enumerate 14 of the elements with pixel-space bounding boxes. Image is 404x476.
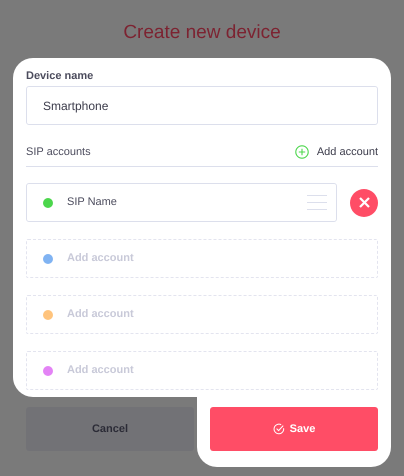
section-label: SIP accounts [26,144,91,160]
account-row[interactable]: SIP Name [26,183,338,222]
remove-button[interactable] [350,188,378,216]
account-name: SIP Name [67,195,118,210]
dialog-title: Create new device [123,21,281,45]
drag-handle-icon[interactable] [307,195,328,210]
check-circle-icon [272,423,285,435]
device-name-field[interactable]: Smartphone [26,86,378,125]
add-icon [294,145,309,159]
save-button[interactable]: Save [210,407,378,451]
field-label: Device name [26,69,94,83]
close-icon [358,197,370,208]
cancel-button[interactable]: Cancel [26,407,194,451]
add-account-button[interactable]: Add account [294,144,378,160]
